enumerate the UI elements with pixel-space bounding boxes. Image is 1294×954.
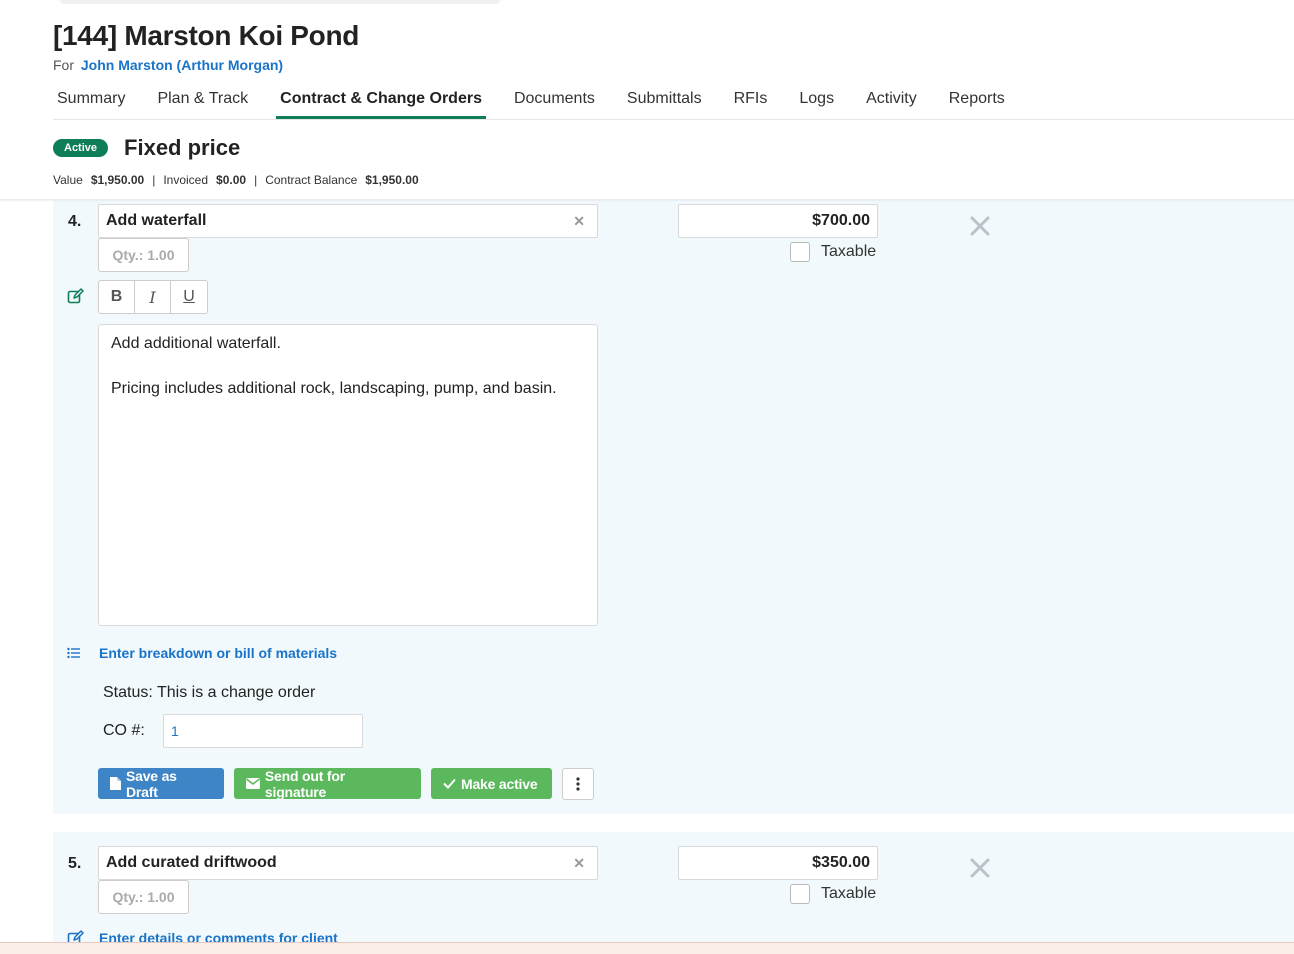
clear-icon[interactable]: ✕ [573,855,585,872]
make-active-button[interactable]: Make active [431,768,552,799]
more-vertical-icon[interactable] [562,768,594,800]
tabs-divider [53,119,1294,120]
tab-reports[interactable]: Reports [945,88,1009,119]
make-active-label: Make active [461,775,538,792]
item-name-value: Add curated driftwood [106,854,277,871]
tab-activity[interactable]: Activity [862,88,921,119]
tab-submittals[interactable]: Submittals [623,88,706,119]
client-link[interactable]: John Marston (Arthur Morgan) [81,57,283,73]
top-shadow [60,0,500,4]
status-value: This is a change order [156,684,316,701]
bom-link[interactable]: Enter breakdown or bill of materials [99,645,337,661]
tab-summary[interactable]: Summary [53,88,129,119]
envelope-icon [246,778,260,789]
bold-icon[interactable]: B [99,281,135,313]
separator: | [152,173,156,187]
tab-plan-track[interactable]: Plan & Track [153,88,252,119]
invoiced-amount: $0.00 [216,173,247,187]
value-label: Value [53,173,83,187]
save-draft-label: Save as Draft [125,767,177,800]
qty-input[interactable]: Qty.: 1.00 [98,880,189,914]
tab-rfis[interactable]: RFIs [730,88,772,119]
contract-type: Fixed price [124,135,241,160]
taxable-checkbox[interactable] [790,242,810,262]
line-item-card: 5. Add curated driftwood ✕ Qty.: 1.00 $3… [53,832,1294,954]
description-line: Add additional waterfall. [111,335,281,352]
taxable-checkbox[interactable] [790,884,810,904]
taxable-label: Taxable [821,243,877,260]
balance-label: Contract Balance [265,173,358,187]
taxable-label: Taxable [821,885,877,902]
client-line: For John Marston (Arthur Morgan) [53,57,283,73]
contract-summary: Value $1,950.00 | Invoiced $0.00 | Contr… [53,173,419,187]
qty-input[interactable]: Qty.: 1.00 [98,238,189,272]
check-icon [443,778,456,789]
item-name-value: Add waterfall [106,212,207,229]
price-input[interactable]: $350.00 [678,846,878,880]
invoiced-label: Invoiced [163,173,209,187]
edit-icon[interactable] [67,288,84,310]
co-number-input[interactable]: 1 [163,714,363,748]
underline-icon[interactable]: U [171,281,207,313]
separator: | [254,173,258,187]
tab-logs[interactable]: Logs [795,88,838,119]
for-prefix: For [53,57,74,73]
status-badge: Active [53,139,109,157]
project-tabs: Summary Plan & Track Contract & Change O… [53,88,1033,120]
balance-amount: $1,950.00 [365,173,419,187]
send-signature-label: Send out for signature [264,767,345,800]
description-editor[interactable]: Add additional waterfall. Pricing includ… [98,324,598,626]
item-name-input[interactable]: Add curated driftwood ✕ [98,846,598,880]
value-amount: $1,950.00 [90,173,145,187]
italic-icon[interactable]: I [135,281,171,313]
clear-icon[interactable]: ✕ [573,213,585,230]
bottom-bar [0,942,1294,954]
taxable-toggle[interactable]: Taxable [790,884,876,904]
status-label: Status: [103,684,153,701]
item-name-input[interactable]: Add waterfall ✕ [98,204,598,238]
header-shadow [0,199,1294,202]
text-format-toolbar: B I U [98,280,208,314]
description-line: Pricing includes additional rock, landsc… [111,380,557,398]
save-draft-button[interactable]: Save as Draft [98,767,224,800]
item-number: 5. [68,855,82,872]
item-number: 4. [68,213,82,230]
taxable-toggle[interactable]: Taxable [790,242,876,262]
close-icon[interactable] [969,215,991,242]
close-icon[interactable] [969,857,991,884]
send-signature-button[interactable]: Send out for signature [234,767,421,800]
status-line: Status: This is a change order [103,684,315,702]
line-item-card: 4. Add waterfall ✕ Qty.: 1.00 $700.00 Ta… [53,200,1294,814]
page-title: [144] Marston Koi Pond [53,20,360,51]
co-label: CO #: [103,722,145,739]
price-input[interactable]: $700.00 [678,204,878,238]
tab-documents[interactable]: Documents [510,88,599,119]
contract-status-row: Active Fixed price [53,135,240,161]
tab-contract-change-orders[interactable]: Contract & Change Orders [276,88,486,119]
list-icon [67,646,81,664]
project-header: [144] Marston Koi Pond For John Marston … [0,0,1294,202]
file-icon [110,777,121,790]
